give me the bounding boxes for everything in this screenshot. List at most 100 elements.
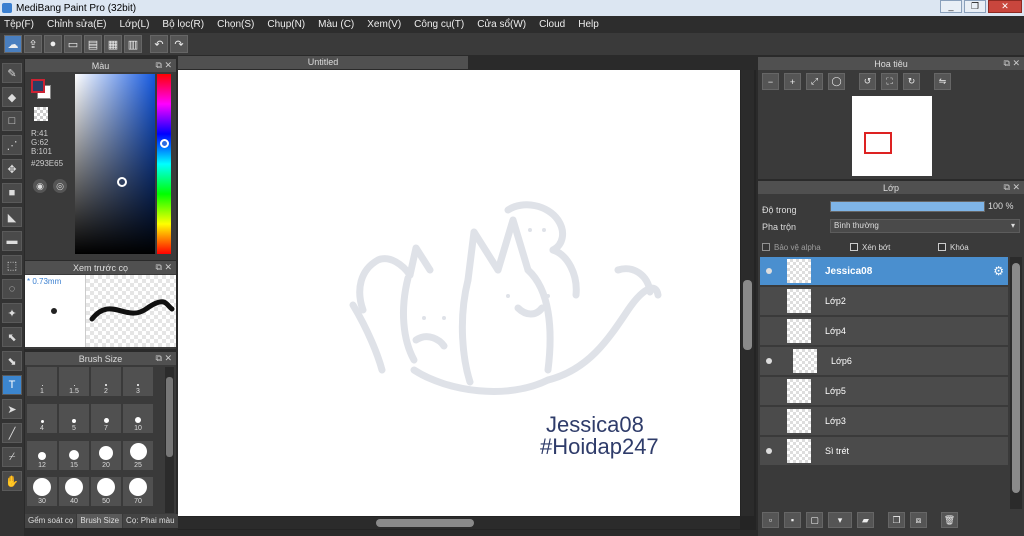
new-8bit-layer-icon[interactable]: ▢ bbox=[806, 512, 823, 528]
undo-icon[interactable]: ↶ bbox=[150, 35, 168, 53]
lasso-select-icon[interactable]: ◌ bbox=[2, 279, 22, 299]
close-button[interactable]: ✕ bbox=[988, 0, 1022, 13]
select-eraser-icon[interactable]: ⬊ bbox=[2, 351, 22, 371]
merge-layer-icon[interactable]: ⧈ bbox=[910, 512, 927, 528]
brush-size-cell[interactable]: 30 bbox=[27, 477, 57, 507]
fit-view-icon[interactable]: ⛶ bbox=[881, 73, 898, 90]
rotate-left-icon[interactable]: ↺ bbox=[859, 73, 876, 90]
transparent-color-swatch[interactable] bbox=[34, 107, 48, 121]
add-layer-menu-icon[interactable]: ▾ bbox=[828, 512, 852, 528]
fill-rect-icon[interactable]: ■ bbox=[2, 183, 22, 203]
panel-close-icon[interactable]: ⧉ ✕ bbox=[1004, 58, 1020, 69]
brush-size-cell[interactable]: 3 bbox=[123, 367, 153, 396]
brush-size-cell[interactable]: 70 bbox=[123, 477, 153, 507]
panel-close-icon[interactable]: ⧉ ✕ bbox=[156, 262, 172, 273]
layer-item[interactable]: Lớp4 bbox=[760, 317, 1008, 346]
zoom-out-icon[interactable]: − bbox=[762, 73, 779, 90]
menu-filter[interactable]: Bộ lọc(R) bbox=[162, 19, 204, 30]
brush-size-cell[interactable]: 12 bbox=[27, 440, 57, 470]
shape-tool-icon[interactable]: □ bbox=[2, 111, 22, 131]
tab-brush-fade[interactable]: Cọ: Phai màu bbox=[123, 514, 178, 528]
delete-layer-icon[interactable]: 🗑 bbox=[941, 512, 958, 528]
eyedropper-tool-icon[interactable]: ⌿ bbox=[2, 447, 22, 467]
operation-tool-icon[interactable]: ➤ bbox=[2, 399, 22, 419]
hue-slider[interactable] bbox=[157, 74, 171, 254]
panel-close-icon[interactable]: ⧉ ✕ bbox=[156, 353, 172, 364]
grid-icon[interactable]: ▦ bbox=[104, 35, 122, 53]
chat-icon[interactable]: ▭ bbox=[64, 35, 82, 53]
upload-icon[interactable]: ⇪ bbox=[24, 35, 42, 53]
brush-size-cell[interactable]: 1 bbox=[27, 367, 57, 396]
menu-tools[interactable]: Công cụ(T) bbox=[414, 19, 464, 30]
visibility-icon[interactable] bbox=[764, 386, 774, 396]
flip-icon[interactable]: ⇋ bbox=[934, 73, 951, 90]
palette-icon[interactable]: ◉ bbox=[33, 179, 47, 193]
divide-tool-icon[interactable]: ╱ bbox=[2, 423, 22, 443]
brush-size-cell[interactable]: 1.5 bbox=[59, 367, 89, 396]
menu-layer[interactable]: Lớp(L) bbox=[120, 19, 150, 30]
brush-tool-icon[interactable]: ✎ bbox=[2, 63, 22, 83]
brush-size-cell[interactable]: 15 bbox=[59, 440, 89, 470]
layer-item[interactable]: Jessica08 ⚙ bbox=[760, 257, 1008, 286]
tab-brush-control[interactable]: Gểm soát cọ bbox=[25, 514, 77, 528]
zoom-reset-icon[interactable]: ◯ bbox=[828, 73, 845, 90]
restore-button[interactable]: ❐ bbox=[964, 0, 986, 13]
layer-item[interactable]: Sì trét bbox=[760, 437, 1008, 466]
brush-size-cell[interactable]: 10 bbox=[123, 403, 153, 433]
layer-item[interactable]: Lớp2 bbox=[760, 287, 1008, 316]
protect-alpha-checkbox[interactable]: Bảo vệ alpha bbox=[762, 243, 850, 252]
text-tool-icon[interactable]: T bbox=[2, 375, 22, 395]
saturation-value-picker[interactable] bbox=[75, 74, 155, 254]
layer-item[interactable]: Lớp5 bbox=[760, 377, 1008, 406]
brush-size-cell[interactable]: 40 bbox=[59, 477, 89, 507]
layer-item[interactable]: Lớp6 bbox=[760, 347, 1008, 376]
canvas-horizontal-scrollbar[interactable] bbox=[178, 517, 740, 529]
panel-close-icon[interactable]: ⧉ ✕ bbox=[1004, 182, 1020, 193]
brush-size-scrollbar[interactable] bbox=[165, 367, 174, 513]
panel-close-icon[interactable]: ⧉ ✕ bbox=[156, 60, 172, 71]
navigator-viewport-rect[interactable] bbox=[864, 132, 892, 154]
menu-color[interactable]: Màu (C) bbox=[318, 19, 354, 30]
gear-icon[interactable]: ⚙ bbox=[993, 264, 1004, 278]
bucket-tool-icon[interactable]: ◣ bbox=[2, 207, 22, 227]
tab-brush-size[interactable]: Brush Size bbox=[77, 514, 123, 528]
layout-icon[interactable]: ▥ bbox=[124, 35, 142, 53]
brush-size-cell[interactable]: 4 bbox=[27, 403, 57, 433]
menu-cloud[interactable]: Cloud bbox=[539, 19, 565, 30]
cloud-icon[interactable]: ☁ bbox=[4, 35, 22, 53]
menu-edit[interactable]: Chỉnh sửa(E) bbox=[47, 19, 107, 30]
redo-icon[interactable]: ↷ bbox=[170, 35, 188, 53]
rect-select-icon[interactable]: ⬚ bbox=[2, 255, 22, 275]
visibility-icon[interactable] bbox=[764, 326, 774, 336]
minimize-button[interactable]: _ bbox=[940, 0, 962, 13]
blend-mode-select[interactable]: Bình thường ▾ bbox=[830, 219, 1020, 233]
move-tool-icon[interactable]: ✥ bbox=[2, 159, 22, 179]
clipping-checkbox[interactable]: Xén bớt bbox=[850, 243, 938, 252]
layer-list-scrollbar[interactable] bbox=[1010, 257, 1022, 509]
brush-size-cell[interactable]: 50 bbox=[91, 477, 121, 507]
canvas-vertical-scrollbar[interactable] bbox=[741, 70, 754, 516]
duplicate-layer-icon[interactable]: ❐ bbox=[888, 512, 905, 528]
visibility-icon[interactable] bbox=[764, 266, 774, 276]
brush-size-cell[interactable]: 2 bbox=[91, 367, 121, 396]
new-halftone-layer-icon[interactable]: ▪ bbox=[784, 512, 801, 528]
dotted-brush-icon[interactable]: ⋰ bbox=[2, 135, 22, 155]
brush-size-cell[interactable]: 20 bbox=[91, 440, 121, 470]
document-icon[interactable]: ▤ bbox=[84, 35, 102, 53]
lock-checkbox[interactable]: Khóa bbox=[938, 243, 969, 252]
brush-size-cell[interactable]: 25 bbox=[123, 440, 153, 470]
menu-window[interactable]: Cửa sổ(W) bbox=[477, 19, 526, 30]
hand-tool-icon[interactable]: ✋ bbox=[2, 471, 22, 491]
visibility-icon[interactable] bbox=[764, 296, 774, 306]
sv-picker-cursor[interactable] bbox=[117, 177, 127, 187]
menu-snap[interactable]: Chụp(N) bbox=[267, 19, 305, 30]
visibility-icon[interactable] bbox=[764, 356, 774, 366]
hue-slider-handle[interactable] bbox=[160, 139, 169, 148]
brush-size-cell[interactable]: 7 bbox=[91, 403, 121, 433]
foreground-color-swatch[interactable] bbox=[31, 79, 45, 93]
menu-file[interactable]: Tệp(F) bbox=[4, 19, 34, 30]
document-tab[interactable]: Untitled bbox=[178, 56, 468, 69]
zoom-in-icon[interactable]: + bbox=[784, 73, 801, 90]
visibility-icon[interactable] bbox=[764, 416, 774, 426]
fit-screen-icon[interactable]: ⤢ bbox=[806, 73, 823, 90]
